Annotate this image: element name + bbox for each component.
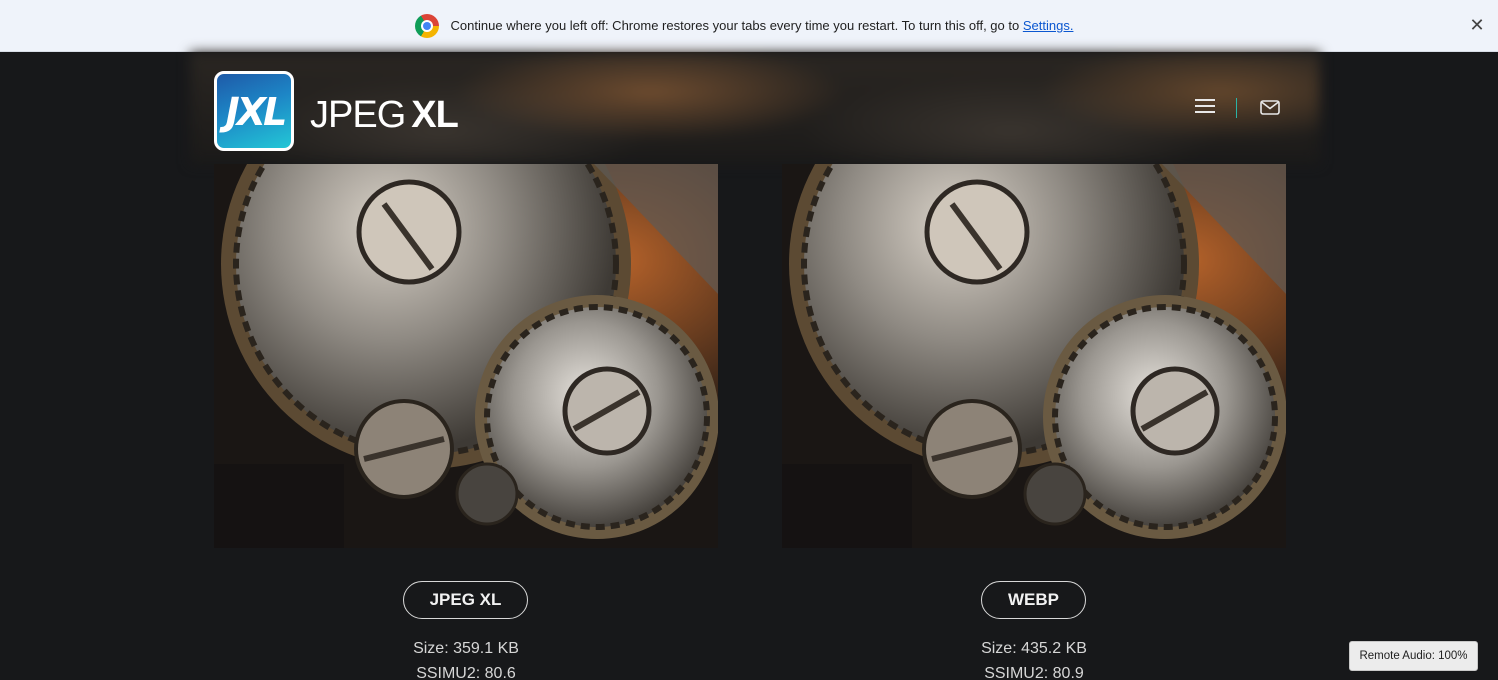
brand-name[interactable]: JPEG XL <box>310 94 459 137</box>
close-icon[interactable]: ✕ <box>1466 14 1488 36</box>
format-label-button[interactable]: JPEG XL <box>403 581 528 619</box>
mail-icon[interactable] <box>1260 100 1280 115</box>
file-size: Size: 435.2 KB <box>981 640 1087 657</box>
chrome-icon <box>414 13 439 38</box>
jpeg-xl-logo[interactable]: JXL <box>214 71 294 151</box>
site-header: JXL JPEG XL <box>190 52 1320 164</box>
remote-audio-indicator: Remote Audio: 100% <box>1349 641 1478 671</box>
ssimu2-score: SSIMU2: 80.9 <box>984 665 1084 680</box>
comparison-panel-webp: WEBP Size: 435.2 KB SSIMU2: 80.9 <box>782 164 1286 680</box>
gears-image-webp <box>782 164 1286 548</box>
logo-mark: JXL <box>225 90 288 134</box>
ssimu2-score: SSIMU2: 80.6 <box>416 665 516 680</box>
infobar-message: Continue where you left off: Chrome rest… <box>451 18 1074 33</box>
file-size: Size: 359.1 KB <box>413 640 519 657</box>
settings-link[interactable]: Settings. <box>1023 18 1074 33</box>
infobar-text: Continue where you left off: Chrome rest… <box>450 18 1020 33</box>
gears-image-jpeg-xl <box>214 164 718 548</box>
infobar-content: Continue where you left off: Chrome rest… <box>414 13 1074 38</box>
header-divider <box>1236 98 1237 118</box>
menu-line <box>1195 99 1215 101</box>
menu-line <box>1195 105 1215 107</box>
comparison-panel-jpeg-xl: JPEG XL Size: 359.1 KB SSIMU2: 80.6 <box>214 164 718 680</box>
menu-line <box>1195 111 1215 113</box>
hamburger-menu-icon[interactable] <box>1195 98 1215 114</box>
brand-name-bold: XL <box>411 94 459 136</box>
brand-name-light: JPEG <box>310 94 406 136</box>
chrome-infobar: Continue where you left off: Chrome rest… <box>0 0 1498 52</box>
format-label-button[interactable]: WEBP <box>981 581 1086 619</box>
